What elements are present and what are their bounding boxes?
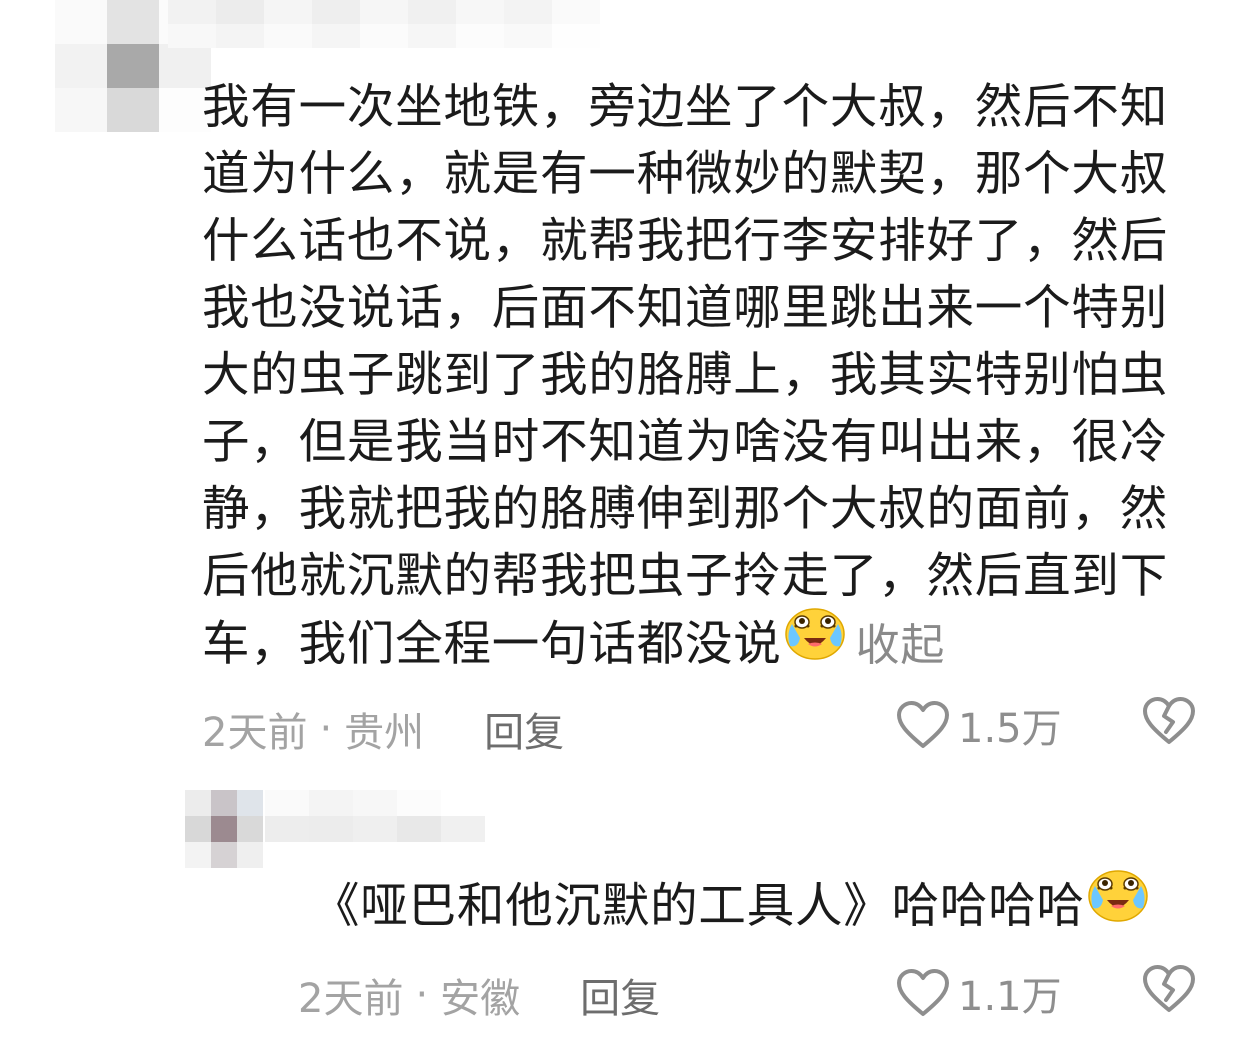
username-redacted[interactable] <box>265 790 573 868</box>
reply-button[interactable]: 回复 <box>484 700 564 758</box>
heart-icon <box>897 701 949 748</box>
comment-actions: 1.5万 <box>896 696 1062 754</box>
comment-line: 静，我就把我的胳膊伸到那个大叔的面前，然 <box>202 482 1168 537</box>
dislike-button[interactable] <box>1142 696 1196 750</box>
username-redacted[interactable] <box>168 0 600 48</box>
like-button[interactable]: 1.1万 <box>896 964 1062 1022</box>
laugh-cry-emoji-icon <box>784 604 846 678</box>
reply-text-content: 《哑巴和他沉默的工具人》哈哈哈哈 <box>312 879 1085 934</box>
like-button[interactable]: 1.5万 <box>896 696 1062 754</box>
comment-line: 我有一次坐地铁，旁边坐了个大叔，然后不知 <box>202 80 1168 135</box>
broken-heart-icon <box>1143 697 1195 744</box>
comment-line: 后他就沉默的帮我把虫子拎走了，然后直到下 <box>202 549 1168 604</box>
dislike-button[interactable] <box>1142 964 1196 1018</box>
reply-text: 《哑巴和他沉默的工具人》哈哈哈哈 <box>312 870 1151 946</box>
comment-time: 2天前 <box>298 976 404 1022</box>
comment-last-line: 车，我们全程一句话都没说 收起 <box>202 608 1212 684</box>
comment-meta: 2天前 · 贵州 回复 <box>202 700 564 758</box>
comment-location: 贵州 <box>344 710 425 756</box>
comment-line: 道为什么，就是有一种微妙的默契，那个大叔 <box>202 147 1168 202</box>
meta-separator: · <box>319 706 333 752</box>
collapse-button[interactable]: 收起 <box>856 620 946 671</box>
meta-separator: · <box>415 972 429 1018</box>
like-count: 1.5万 <box>958 706 1062 752</box>
comment-line: 什么话也不说，就帮我把行李安排好了，然后 <box>202 214 1168 269</box>
comment-location: 安徽 <box>440 976 521 1022</box>
comment-line: 大的虫子跳到了我的胳膊上，我其实特别怕虫 <box>202 348 1168 403</box>
avatar[interactable] <box>185 790 263 868</box>
comment-line: 车，我们全程一句话都没说 <box>202 617 782 672</box>
laugh-cry-emoji-icon <box>1087 866 1149 940</box>
comment-time: 2天前 <box>202 710 308 756</box>
heart-icon <box>897 969 949 1016</box>
comment-line: 子，但是我当时不知道为啥没有叫出来，很冷 <box>202 415 1168 470</box>
comment-actions: 1.1万 <box>896 964 1062 1022</box>
comment-text: 我有一次坐地铁，旁边坐了个大叔，然后不知 道为什么，就是有一种微妙的默契，那个大… <box>202 74 1212 684</box>
reply-button[interactable]: 回复 <box>580 966 660 1024</box>
comment-meta: 2天前 · 安徽 回复 <box>298 966 660 1024</box>
broken-heart-icon <box>1143 965 1195 1012</box>
comment-line: 我也没说话，后面不知道哪里跳出来一个特别 <box>202 281 1168 336</box>
like-count: 1.1万 <box>958 974 1062 1020</box>
